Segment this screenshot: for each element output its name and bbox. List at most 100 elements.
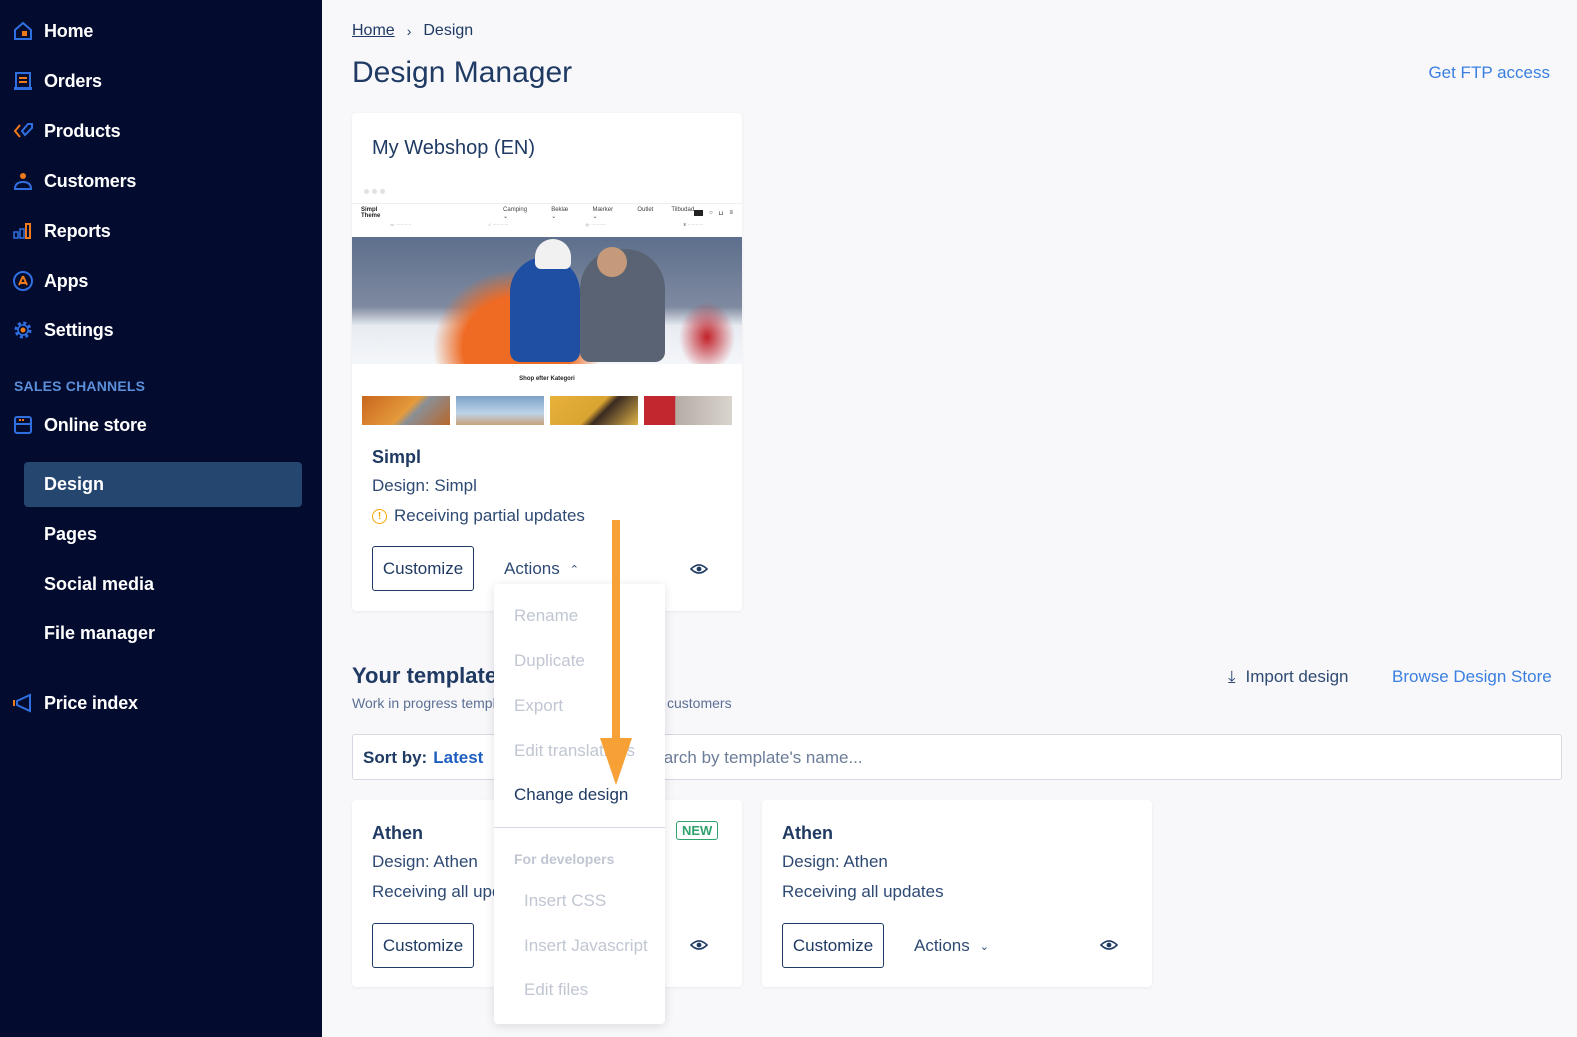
actions-label: Actions: [504, 559, 560, 578]
sort-value: Latest: [433, 748, 484, 767]
browse-design-store-link[interactable]: Browse Design Store: [1392, 667, 1552, 687]
menu-divider: [494, 827, 665, 828]
preview-usp-bar: ▭ ············ ✓ ············ ◎ ··········…: [390, 222, 704, 227]
customize-button[interactable]: Customize: [372, 546, 474, 591]
preview-logo: Simpl Theme: [361, 207, 381, 219]
template-card: Athen Design: Athen Receiving all update…: [762, 800, 1152, 987]
preview-category-images: [362, 396, 732, 425]
preview-search-icon: ○: [709, 210, 713, 216]
sidebar-subitem-social-media[interactable]: Social media: [24, 562, 302, 607]
chevron-right-icon: ›: [406, 23, 412, 39]
sidebar-item-label: Reports: [44, 220, 111, 241]
sidebar-subitem-file-manager[interactable]: File manager: [24, 611, 302, 656]
browser-dots-icon: [364, 189, 385, 194]
sidebar-item-label: Pages: [44, 524, 98, 544]
sidebar-item-settings[interactable]: Settings: [12, 315, 114, 345]
sidebar-item-home[interactable]: Home: [12, 16, 93, 46]
preview-nav-link: Camping ⌄: [503, 206, 528, 220]
tag-icon: [12, 120, 34, 142]
theme-name: Simpl: [372, 447, 422, 467]
breadcrumb-current: Design: [423, 22, 474, 39]
sidebar-item-orders[interactable]: Orders: [12, 66, 102, 96]
sidebar-item-label: Apps: [44, 270, 89, 291]
sort-dropdown[interactable]: Sort by: Latest: [363, 748, 483, 768]
sidebar-item-label: Settings: [44, 319, 114, 340]
sidebar-subitem-pages[interactable]: Pages: [24, 512, 302, 557]
theme-status: ! Receiving partial updates: [372, 506, 585, 526]
sidebar-item-label: Design: [44, 474, 105, 494]
breadcrumb-home-link[interactable]: Home: [352, 22, 395, 40]
preview-menu-icon: ≡: [729, 210, 733, 216]
theme-status-text: Receiving partial updates: [394, 506, 585, 525]
menu-item-edit-files[interactable]: Edit files: [524, 980, 588, 1000]
orders-icon: [12, 70, 34, 92]
menu-item-edit-translations[interactable]: Edit translations: [514, 741, 635, 761]
breadcrumb: Home › Design: [352, 22, 473, 40]
actions-button[interactable]: Actions ⌃: [504, 559, 579, 579]
sidebar-item-label: Products: [44, 120, 121, 141]
store-icon: [12, 414, 34, 436]
home-icon: [12, 20, 34, 42]
template-status: Receiving all updates: [782, 882, 944, 901]
menu-item-insert-css[interactable]: Insert CSS: [524, 891, 606, 911]
menu-item-export[interactable]: Export: [514, 696, 563, 716]
megaphone-icon: [12, 692, 34, 714]
gear-icon: [12, 319, 34, 341]
chevron-up-icon: ⌃: [569, 563, 579, 576]
menu-item-duplicate[interactable]: Duplicate: [514, 651, 585, 671]
new-badge: NEW: [676, 821, 719, 840]
theme-design: Design: Simpl: [372, 476, 477, 495]
preview-eye-icon[interactable]: [690, 936, 708, 954]
preview-eye-icon[interactable]: [690, 560, 708, 578]
download-icon: ⤓: [1228, 667, 1236, 686]
preview-eye-icon[interactable]: [1100, 936, 1118, 954]
actions-button[interactable]: Actions ⌄: [914, 936, 989, 956]
sidebar-item-online-store[interactable]: Online store: [12, 410, 147, 440]
warning-icon: !: [372, 508, 387, 524]
sidebar-item-label: Customers: [44, 170, 137, 191]
template-name: Athen: [782, 823, 833, 843]
sidebar-item-products[interactable]: Products: [12, 116, 121, 146]
actions-dropdown-menu: Rename Duplicate Export Edit translation…: [494, 584, 665, 1024]
sidebar-item-label: Online store: [44, 414, 147, 435]
actions-label: Actions: [914, 936, 970, 955]
menu-item-rename[interactable]: Rename: [514, 606, 578, 626]
customize-button[interactable]: Customize: [372, 923, 474, 968]
get-ftp-access-link[interactable]: Get FTP access: [1428, 63, 1550, 83]
sidebar-item-reports[interactable]: Reports: [12, 216, 111, 246]
webshop-title: My Webshop (EN): [372, 137, 536, 159]
preview-shop-heading: Shop efter Kategori: [519, 376, 575, 382]
theme-preview-image: Simpl Theme Camping ⌄ Beklæ ⌄ Mærker ⌄ O…: [352, 203, 742, 428]
import-design-label: Import design: [1245, 667, 1349, 686]
preview-hero-image: [352, 237, 742, 364]
sidebar-item-price-index[interactable]: Price index: [12, 688, 138, 718]
preview-nav-link: Beklæ ⌄: [551, 206, 569, 220]
sort-label: Sort by:: [363, 748, 428, 767]
customize-button[interactable]: Customize: [782, 923, 884, 968]
sidebar-subitem-design[interactable]: Design: [24, 462, 302, 507]
preview-nav-link: Mærker ⌄: [592, 206, 614, 220]
sidebar-item-label: Social media: [44, 574, 155, 594]
templates-title: Your templates: [352, 663, 510, 688]
template-design: Design: Athen: [782, 852, 888, 871]
sidebar-item-label: Home: [44, 20, 94, 41]
preview-navbar: Simpl Theme Camping ⌄ Beklæ ⌄ Mærker ⌄ O…: [352, 204, 742, 222]
preview-cart-icon: ⊔: [718, 210, 724, 217]
template-name: Athen: [372, 823, 423, 843]
page-title: Design Manager: [352, 56, 573, 89]
preview-nav-link: Tilbudad: [671, 206, 695, 213]
sidebar-item-apps[interactable]: Apps: [12, 266, 88, 296]
sidebar-item-customers[interactable]: Customers: [12, 166, 136, 196]
sidebar-item-label: Orders: [44, 70, 102, 91]
templates-subtitle-tail: customers: [667, 695, 732, 711]
menu-item-change-design[interactable]: Change design: [514, 785, 628, 805]
sidebar: Home Orders Products Customers Reports A…: [0, 0, 322, 1037]
template-design: Design: Athen: [372, 852, 478, 871]
developers-header: For developers: [514, 851, 615, 867]
menu-item-insert-javascript[interactable]: Insert Javascript: [524, 936, 648, 956]
sales-channels-label: SALES CHANNELS: [14, 378, 146, 394]
bar-chart-icon: [12, 220, 34, 242]
import-design-button[interactable]: ⤓ Import design: [1228, 667, 1349, 687]
person-icon: [12, 170, 34, 192]
preview-nav-link: Outlet: [637, 206, 654, 213]
